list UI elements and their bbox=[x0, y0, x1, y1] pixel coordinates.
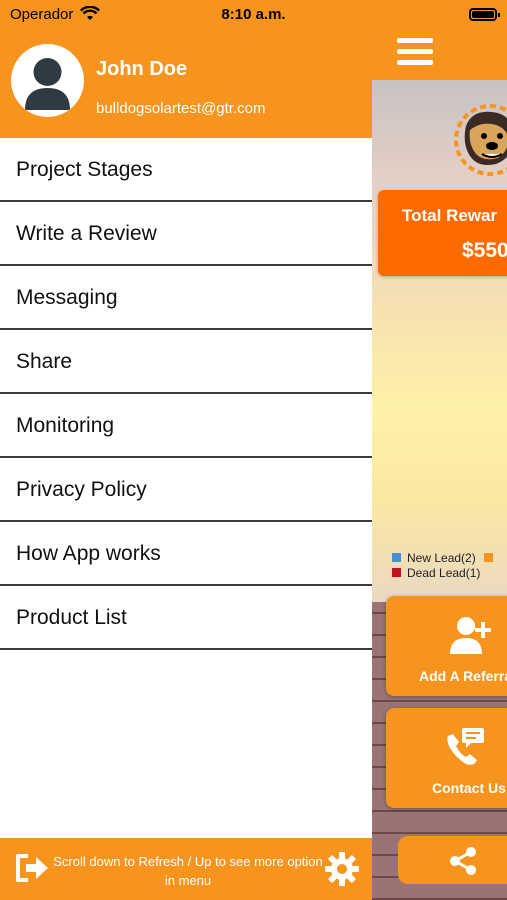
menu-item-project-stages[interactable]: Project Stages bbox=[0, 138, 372, 202]
contact-us-label: Contact Us bbox=[432, 780, 506, 796]
legend-new-lead: New Lead(2) bbox=[392, 550, 499, 565]
drawer-menu: Project Stages Write a Review Messaging … bbox=[0, 138, 372, 650]
drawer-header: John Doe bulldogsolartest@gtr.com bbox=[0, 30, 372, 138]
status-bar: Operador 8:10 a.m. bbox=[0, 0, 507, 30]
menu-item-label: Project Stages bbox=[16, 158, 153, 181]
refresh-hint-text: Scroll down to Refresh / Up to see more … bbox=[53, 854, 323, 888]
battery-icon bbox=[469, 8, 500, 21]
logout-icon[interactable] bbox=[14, 852, 50, 884]
user-silhouette-icon bbox=[25, 58, 70, 110]
bulldog-logo-icon bbox=[454, 104, 507, 176]
add-referral-button[interactable]: Add A Referra bbox=[386, 596, 507, 696]
menu-item-label: How App works bbox=[16, 542, 161, 565]
total-rewards-label: Total Rewar bbox=[402, 206, 498, 225]
legend-label: Dead Lead(1) bbox=[407, 565, 481, 580]
leads-legend: New Lead(2) Dead Lead(1) bbox=[392, 550, 499, 580]
legend-dead-lead: Dead Lead(1) bbox=[392, 565, 499, 580]
legend-swatch bbox=[392, 553, 401, 562]
menu-item-label: Write a Review bbox=[16, 222, 157, 245]
clock-time: 8:10 a.m. bbox=[221, 6, 286, 23]
add-referral-label: Add A Referra bbox=[419, 668, 507, 684]
user-name: John Doe bbox=[96, 58, 188, 80]
legend-swatch bbox=[483, 553, 493, 562]
menu-item-privacy-policy[interactable]: Privacy Policy bbox=[0, 458, 372, 522]
menu-item-product-list[interactable]: Product List bbox=[0, 586, 372, 650]
hamburger-menu-icon[interactable] bbox=[397, 38, 433, 70]
main-screen: Total Rewar $550 New Lead(2) Dead Lead(1… bbox=[372, 30, 507, 900]
menu-item-label: Messaging bbox=[16, 286, 118, 309]
share-icon bbox=[450, 847, 476, 875]
menu-item-messaging[interactable]: Messaging bbox=[0, 266, 372, 330]
menu-item-monitoring[interactable]: Monitoring bbox=[0, 394, 372, 458]
legend-label: New Lead(2) bbox=[407, 550, 476, 565]
share-button[interactable] bbox=[398, 836, 507, 884]
user-email: bulldogsolartest@gtr.com bbox=[96, 100, 266, 117]
menu-item-label: Product List bbox=[16, 606, 127, 629]
drawer-footer: Scroll down to Refresh / Up to see more … bbox=[0, 838, 372, 900]
menu-item-label: Share bbox=[16, 350, 73, 373]
add-user-icon bbox=[450, 617, 491, 654]
menu-item-how-app-works[interactable]: How App works bbox=[0, 522, 372, 586]
menu-item-label: Privacy Policy bbox=[16, 478, 147, 501]
menu-item-share[interactable]: Share bbox=[0, 330, 372, 394]
menu-item-label: Monitoring bbox=[16, 414, 115, 437]
contact-us-button[interactable]: Contact Us bbox=[386, 708, 507, 808]
side-drawer: John Doe bulldogsolartest@gtr.com Projec… bbox=[0, 30, 372, 900]
menu-item-write-review[interactable]: Write a Review bbox=[0, 202, 372, 266]
gear-icon[interactable] bbox=[324, 851, 360, 887]
total-rewards-value: $550 bbox=[462, 239, 507, 262]
avatar[interactable] bbox=[11, 44, 84, 117]
total-rewards-card[interactable]: Total Rewar $550 bbox=[378, 190, 507, 276]
phone-message-icon bbox=[447, 728, 484, 765]
legend-swatch bbox=[392, 568, 401, 577]
